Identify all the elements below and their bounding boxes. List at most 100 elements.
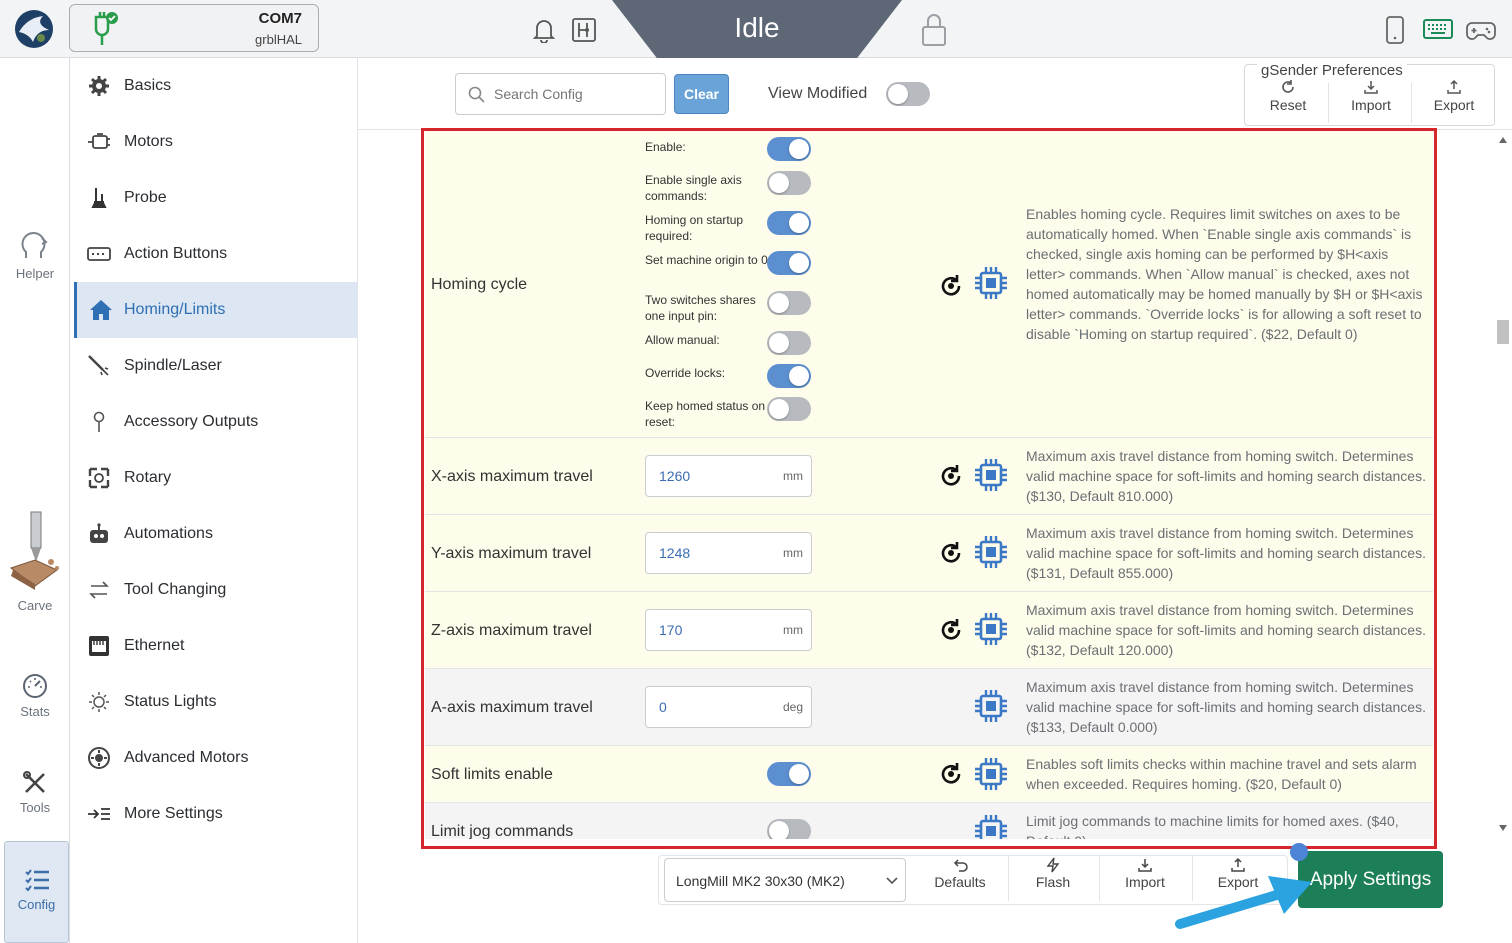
override-locks-toggle[interactable] [767,364,811,388]
divider [1411,83,1412,123]
scrollbar-thumb[interactable] [1497,320,1509,344]
restore-default-icon[interactable] [938,761,964,787]
sidebar-item-label: Basics [124,77,172,94]
sidebar-item-rotary[interactable]: Rotary [74,450,357,506]
setting-description: Enables homing cycle. Requires limit swi… [1026,206,1423,342]
eeprom-chip-icon [973,813,1009,839]
set-origin-toggle[interactable] [767,251,811,275]
rail-item-helper[interactable]: Helper [0,228,70,281]
homing-startup-toggle[interactable] [767,211,811,235]
swap-icon [74,581,124,599]
light-icon [74,691,124,713]
sidebar-item-homing-limits[interactable]: Homing/Limits [74,282,357,338]
connection-firmware: grblHAL [255,32,302,47]
connection-widget[interactable]: COM7 grblHAL [69,4,319,52]
probe-icon [74,186,124,210]
sidebar-item-action-buttons[interactable]: Action Buttons [74,226,357,282]
settings-scrollbar[interactable] [1495,131,1512,839]
sidebar-item-label: Ethernet [124,637,185,654]
setting-row-limit-jog: Limit jog commands Limit jog commands to… [425,803,1433,839]
connection-port: COM7 [258,10,302,27]
prefs-import-button[interactable]: Import [1330,79,1412,123]
prefs-export-button[interactable]: Export [1413,79,1495,123]
sidebar-item-automations[interactable]: Automations [74,506,357,562]
tools-icon [23,771,45,793]
sidebar-item-status-lights[interactable]: Status Lights [74,674,357,730]
rotary-icon [74,467,124,489]
input-unit: mm [783,546,803,560]
reset-icon [1282,80,1294,93]
connected-plug-icon [90,11,120,47]
a-travel-input[interactable]: 0 deg [645,686,812,728]
robot-icon [74,523,124,545]
firmware-tools-icon[interactable] [571,17,597,43]
eeprom-chip-icon [973,265,1009,301]
setting-label: Soft limits enable [431,766,553,783]
search-input[interactable] [494,83,654,105]
rail-item-carve[interactable]: Carve [0,510,70,613]
shared-pin-toggle[interactable] [767,291,811,315]
eeprom-chip-icon [973,457,1009,493]
single-axis-toggle[interactable] [767,171,811,195]
bottom-action-bar: LongMill MK2 30x30 (MK2) Defaults Flash … [358,843,1512,943]
sidebar-item-tool-changing[interactable]: Tool Changing [74,562,357,618]
ethernet-icon [74,635,124,657]
sidebar-item-label: Probe [124,189,167,206]
allow-manual-toggle[interactable] [767,331,811,355]
homing-option-label: Set machine origin to 0: [645,253,772,267]
prefs-reset-label: Reset [1269,97,1307,113]
y-travel-input[interactable]: 1248 mm [645,532,812,574]
rail-item-config[interactable]: Config [4,841,69,943]
notification-bell-icon[interactable] [532,17,556,43]
keep-homed-toggle[interactable] [767,397,811,421]
setting-description: Maximum axis travel distance from homing… [1026,679,1426,735]
rail-item-tools[interactable]: Tools [0,770,70,815]
flash-button[interactable]: Flash [1008,854,1098,900]
helper-head-icon [21,231,48,258]
restore-default-icon[interactable] [938,273,964,299]
sidebar-item-accessory-outputs[interactable]: Accessory Outputs [74,394,357,450]
homing-option-label: Keep homed status on reset: [645,399,766,429]
restore-default-icon[interactable] [938,540,964,566]
sidebar-item-more-settings[interactable]: More Settings [74,786,357,842]
settings-list: Homing cycle Enable: Enable single axis … [396,131,1456,839]
restore-default-icon[interactable] [938,617,964,643]
gsender-logo [13,8,55,50]
machine-profile-select[interactable]: LongMill MK2 30x30 (MK2) [664,858,906,902]
sidebar-item-basics[interactable]: Basics [74,58,357,114]
setting-row-y-travel: Y-axis maximum travel 1248 mm Maximum ax… [425,515,1433,592]
soft-limits-toggle[interactable] [767,762,811,786]
sidebar-item-label: More Settings [124,805,223,822]
gamepad-icon[interactable] [1466,20,1496,42]
rail-label: Stats [20,704,50,719]
x-travel-input[interactable]: 1260 mm [645,455,812,497]
limit-jog-toggle[interactable] [767,819,811,839]
defaults-button[interactable]: Defaults [915,854,1005,900]
sidebar-item-spindle-laser[interactable]: Spindle/Laser [74,338,357,394]
sidebar-item-ethernet[interactable]: Ethernet [74,618,357,674]
sidebar-item-advanced-motors[interactable]: Advanced Motors [74,730,357,786]
restore-default-icon[interactable] [938,463,964,489]
sidebar-item-motors[interactable]: Motors [74,114,357,170]
sidebar-item-label: Action Buttons [124,245,228,262]
prefs-reset-button[interactable]: Reset [1247,79,1329,123]
homing-enable-toggle[interactable] [767,137,811,161]
z-travel-input[interactable]: 170 mm [645,609,812,651]
list-icon [24,869,49,892]
machine-status-text: Idle [734,12,780,43]
view-modified-toggle[interactable] [886,82,930,106]
divider [1328,83,1329,123]
sidebar-item-label: Tool Changing [124,581,227,598]
sidebar-item-label: Advanced Motors [124,749,249,766]
flash-icon [1046,857,1060,873]
sidebar-item-probe[interactable]: Probe [74,170,357,226]
clear-button[interactable]: Clear [674,74,729,114]
search-icon [468,86,485,103]
gear-icon [74,75,124,97]
search-config[interactable] [455,73,666,115]
setting-label: X-axis maximum travel [431,468,593,485]
keyboard-icon[interactable] [1423,18,1453,40]
phone-icon[interactable] [1384,15,1406,45]
rail-item-stats[interactable]: Stats [0,672,70,719]
lock-icon[interactable] [920,12,948,48]
